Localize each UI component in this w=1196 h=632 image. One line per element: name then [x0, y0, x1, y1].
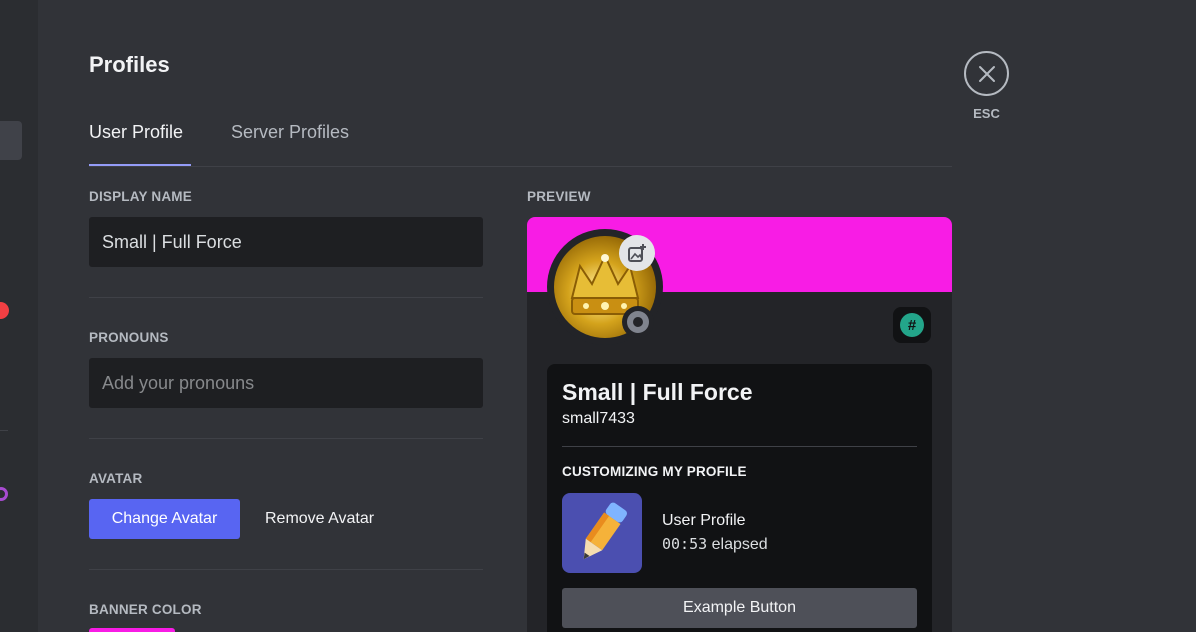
elapsed-time: 00:53	[662, 535, 708, 553]
add-image-icon	[628, 244, 646, 262]
esc-label: ESC	[973, 106, 1000, 121]
example-button[interactable]: Example Button	[562, 588, 917, 628]
preview-display-name: Small | Full Force	[562, 379, 753, 405]
divider	[562, 446, 917, 447]
hashtag-badge-icon: #	[900, 313, 924, 337]
elapsed-label: elapsed	[711, 536, 768, 553]
pencil-icon	[583, 502, 627, 560]
display-name-input[interactable]: Small | Full Force	[89, 217, 483, 267]
divider	[89, 438, 483, 439]
status-indicator	[622, 306, 654, 338]
preview-username: small7433	[562, 410, 635, 427]
sidebar-selected-item[interactable]	[0, 121, 22, 160]
banner-color-label: BANNER COLOR	[89, 602, 202, 617]
notification-badge	[0, 302, 9, 319]
activity-elapsed: 00:53 elapsed	[662, 535, 768, 554]
avatar-label: AVATAR	[89, 471, 143, 486]
activity-image	[562, 493, 642, 573]
divider	[89, 297, 483, 298]
settings-sidebar	[0, 0, 38, 632]
tab-server-profiles[interactable]: Server Profiles	[231, 118, 349, 166]
sidebar-divider	[0, 430, 8, 431]
profile-badge[interactable]: #	[893, 307, 931, 343]
preview-label: PREVIEW	[527, 189, 591, 204]
nitro-icon[interactable]	[0, 487, 8, 501]
close-button[interactable]	[964, 51, 1009, 96]
activity-title: User Profile	[662, 512, 746, 529]
change-avatar-button[interactable]: Change Avatar	[89, 499, 240, 539]
add-image-button[interactable]	[619, 235, 655, 271]
activity-heading: CUSTOMIZING MY PROFILE	[562, 464, 747, 479]
display-name-label: DISPLAY NAME	[89, 189, 192, 204]
divider	[89, 569, 483, 570]
profile-info-card: Small | Full Force small7433 CUSTOMIZING…	[547, 364, 932, 632]
banner-color-swatch[interactable]	[89, 628, 175, 632]
tab-user-profile[interactable]: User Profile	[89, 118, 191, 166]
offline-status-icon	[627, 311, 649, 333]
pronouns-input[interactable]: Add your pronouns	[89, 358, 483, 408]
remove-avatar-button[interactable]: Remove Avatar	[265, 499, 374, 539]
profile-preview-card: # Small | Full Force small7433 CUSTOMIZI…	[527, 217, 952, 632]
page-title: Profiles	[89, 52, 170, 77]
close-icon	[978, 65, 995, 82]
profile-tabs: User Profile Server Profiles	[89, 118, 952, 167]
pronouns-label: PRONOUNS	[89, 330, 169, 345]
